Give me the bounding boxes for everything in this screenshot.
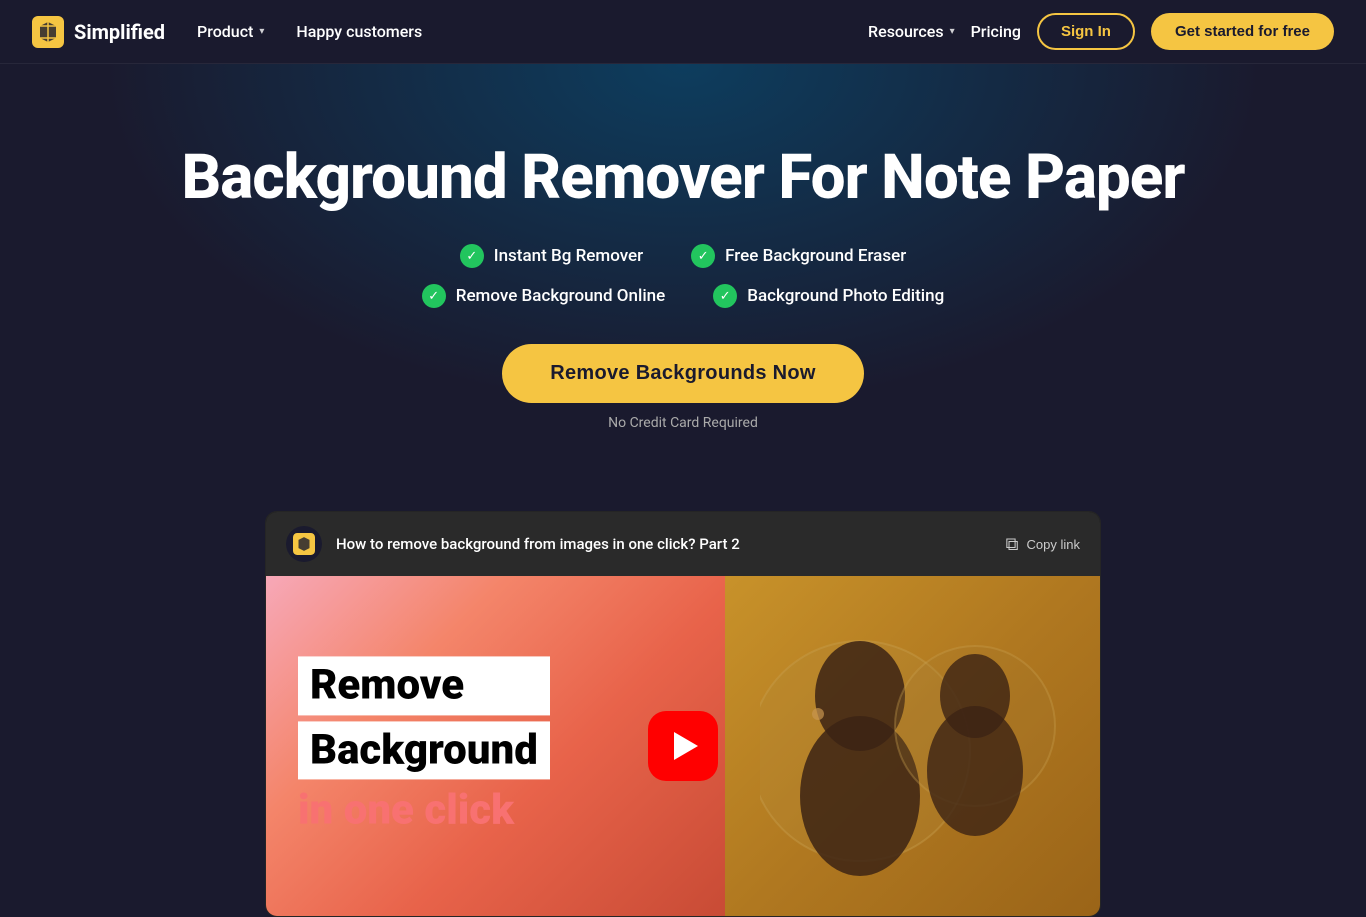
features-row-bottom: ✓ Remove Background Online ✓ Background … (32, 284, 1334, 308)
no-credit-label: No Credit Card Required (608, 415, 758, 431)
video-play-button[interactable] (648, 711, 718, 781)
video-logo-icon (293, 533, 315, 555)
check-icon-free-eraser: ✓ (691, 244, 715, 268)
video-logo-circle (286, 526, 322, 562)
nav-happy-customers-link[interactable]: Happy customers (296, 22, 422, 41)
copy-link-icon: ⧉ (1006, 534, 1019, 555)
nav-left: Simplified Product ▾ Happy customers (32, 16, 422, 48)
video-remove-label: Remove (298, 657, 550, 715)
resources-chevron-icon: ▾ (950, 26, 955, 37)
nav-product-link[interactable]: Product ▾ (197, 22, 264, 41)
navbar: Simplified Product ▾ Happy customers Res… (0, 0, 1366, 64)
remove-backgrounds-button[interactable]: Remove Backgrounds Now (502, 344, 864, 403)
feature-free-eraser: ✓ Free Background Eraser (691, 244, 906, 268)
video-text-overlay: Remove Background in one click (298, 657, 550, 836)
getstarted-button[interactable]: Get started for free (1151, 13, 1334, 50)
copy-link-button[interactable]: ⧉ Copy link (1006, 534, 1080, 555)
signin-button[interactable]: Sign In (1037, 13, 1135, 50)
logo-link[interactable]: Simplified (32, 16, 165, 48)
feature-instant-bg-label: Instant Bg Remover (494, 246, 643, 266)
check-icon-remove-online: ✓ (422, 284, 446, 308)
play-triangle-icon (674, 732, 698, 760)
person-svg (760, 596, 1060, 906)
product-chevron-icon: ▾ (259, 26, 264, 37)
nav-happy-customers-label: Happy customers (296, 22, 422, 41)
check-icon-instant-bg: ✓ (460, 244, 484, 268)
nav-resources-label: Resources (868, 22, 944, 41)
hero-title: Background Remover For Note Paper (32, 144, 1334, 212)
cta-section: Remove Backgrounds Now No Credit Card Re… (32, 344, 1334, 431)
video-container: How to remove background from images in … (265, 511, 1101, 917)
nav-resources-link[interactable]: Resources ▾ (868, 22, 955, 41)
feature-free-eraser-label: Free Background Eraser (725, 246, 906, 266)
video-title: How to remove background from images in … (336, 535, 740, 553)
feature-photo-editing-label: Background Photo Editing (747, 286, 944, 306)
feature-remove-online: ✓ Remove Background Online (422, 284, 665, 308)
nav-pricing-link[interactable]: Pricing (971, 22, 1021, 41)
video-background-label: Background (298, 721, 550, 779)
nav-right: Resources ▾ Pricing Sign In Get started … (868, 13, 1334, 50)
video-thumbnail[interactable]: Remove Background in one click (266, 576, 1100, 916)
nav-pricing-label: Pricing (971, 22, 1021, 41)
video-header-left: How to remove background from images in … (286, 526, 740, 562)
check-icon-photo-editing: ✓ (713, 284, 737, 308)
simplified-logo-icon (32, 16, 64, 48)
feature-remove-online-label: Remove Background Online (456, 286, 665, 306)
video-person-silhouette (760, 586, 1060, 906)
hero-section: Background Remover For Note Paper ✓ Inst… (0, 64, 1366, 471)
logo-text: Simplified (74, 20, 165, 44)
video-section: How to remove background from images in … (233, 511, 1133, 917)
copy-link-label: Copy link (1027, 537, 1080, 552)
video-header: How to remove background from images in … (266, 512, 1100, 576)
features-row-top: ✓ Instant Bg Remover ✓ Free Background E… (32, 244, 1334, 268)
feature-instant-bg: ✓ Instant Bg Remover (460, 244, 643, 268)
video-in-one-click-label: in one click (298, 785, 550, 835)
feature-photo-editing: ✓ Background Photo Editing (713, 284, 944, 308)
nav-product-label: Product (197, 22, 253, 41)
